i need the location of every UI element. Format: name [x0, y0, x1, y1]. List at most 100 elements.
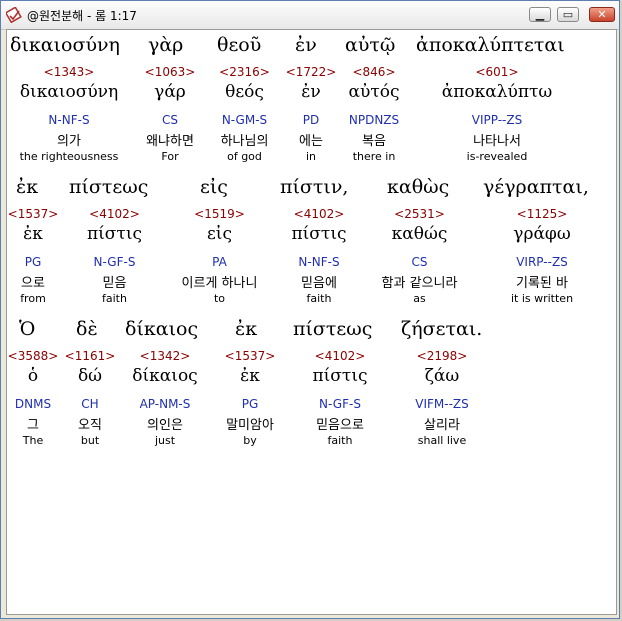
word-analysis[interactable]: <1342> δίκαιος AP-NM-S 의인은 just: [125, 346, 205, 456]
parsing-code: N-GM-S: [221, 113, 268, 127]
korean-gloss: 에는: [299, 134, 323, 149]
greek-word[interactable]: ἐκ: [16, 176, 38, 198]
english-gloss: faith: [327, 434, 353, 447]
greek-word[interactable]: πίστεως: [69, 176, 148, 198]
english-gloss: of god: [227, 150, 262, 163]
english-gloss: there in: [352, 150, 396, 163]
greek-word[interactable]: θεοῦ: [217, 34, 261, 56]
word-analysis[interactable]: <2531> καθώς CS 함과 같으니라 as: [367, 204, 472, 314]
lemma: ἐκ: [23, 224, 43, 244]
lemma: θεός: [225, 82, 264, 102]
parsing-code: PG: [24, 255, 42, 269]
english-gloss: it is written: [510, 292, 574, 305]
word-analysis[interactable]: <1125> γράφω VIRP--ZS 기록된 바 it is writte…: [487, 204, 597, 314]
lemma: ἐκ: [240, 366, 260, 386]
strongs-number: <1343>: [43, 65, 95, 79]
korean-gloss: 의인은: [147, 418, 183, 433]
strongs-number: <1063>: [144, 65, 196, 79]
greek-word[interactable]: Ὁ: [19, 318, 35, 340]
strongs-number: <2198>: [416, 349, 468, 363]
word-analysis[interactable]: <1537> ἐκ PG 말미암아 by: [211, 346, 289, 456]
greek-word[interactable]: πίστεως: [293, 318, 372, 340]
english-gloss: is-revealed: [466, 150, 528, 163]
english-gloss: to: [213, 292, 226, 305]
korean-gloss: 나타나서: [473, 134, 521, 149]
korean-gloss: 믿음에: [301, 276, 337, 291]
english-gloss: For: [161, 150, 179, 163]
greek-word[interactable]: γὰρ: [148, 34, 183, 56]
english-gloss: faith: [102, 292, 127, 305]
title-bar[interactable]: @원전분해 - 롬 1:17 ▁ ▭ ✕: [1, 1, 619, 30]
greek-word[interactable]: γέγραπται,: [483, 176, 589, 198]
word-analysis[interactable]: <2316> θεός N-GM-S 하나님의 of god: [207, 62, 282, 172]
parsing-code: CH: [81, 397, 99, 411]
lemma: πίστις: [312, 366, 368, 386]
word-analysis[interactable]: <3588> ὁ DNMS 그 The: [7, 346, 59, 456]
lemma: αὐτός: [348, 82, 400, 102]
greek-word[interactable]: δικαιοσύνη: [10, 34, 120, 56]
word-analysis[interactable]: <1722> ἐν PD 에는 in: [285, 62, 337, 172]
parsing-code: VIPP--ZS: [471, 113, 523, 127]
english-gloss: but: [80, 434, 100, 447]
korean-gloss: 의가: [57, 134, 81, 149]
greek-word[interactable]: πίστιν,: [280, 176, 348, 198]
word-analysis[interactable]: <4102> πίστις N-NF-S 믿음에 faith: [279, 204, 359, 314]
english-gloss: by: [243, 434, 257, 447]
parsing-code: N-GF-S: [319, 397, 361, 411]
word-analysis[interactable]: <4102> πίστις N-GF-S 믿음 faith: [77, 204, 152, 314]
strongs-number: <1342>: [139, 349, 191, 363]
greek-word[interactable]: δίκαιος: [125, 318, 198, 340]
english-gloss: as: [413, 292, 426, 305]
parsing-code: VIRP--ZS: [516, 255, 568, 269]
strongs-number: <1537>: [224, 349, 276, 363]
analysis-panel[interactable]: δικαιοσύνη γὰρ θεοῦ ἐν αὐτῷ ἀποκαλύπτετα…: [6, 29, 617, 615]
word-analysis[interactable]: <4102> πίστις N-GF-S 믿음으로 faith: [297, 346, 383, 456]
minimize-button[interactable]: ▁: [529, 7, 551, 22]
parsing-code: N-NF-S: [48, 113, 90, 127]
korean-gloss: 말미암아: [226, 418, 274, 433]
strongs-number: <1722>: [285, 65, 337, 79]
korean-gloss: 기록된 바: [516, 276, 568, 291]
minimize-icon: ▁: [535, 8, 545, 21]
greek-word[interactable]: αὐτῷ: [345, 34, 395, 56]
word-analysis[interactable]: <1537> ἐκ PG 으로 from: [7, 204, 59, 314]
word-analysis[interactable]: <1343> δικαιοσύνη N-NF-S 의가 the righteou…: [7, 62, 131, 174]
lemma: πίστις: [86, 224, 143, 244]
greek-word[interactable]: καθὼς: [387, 176, 449, 198]
strongs-number: <1125>: [516, 207, 568, 221]
lemma: δώ: [77, 366, 103, 386]
parsing-code: NPDNZS: [348, 113, 400, 127]
korean-gloss: 이르게 하나니: [181, 276, 258, 291]
parsing-code: PD: [302, 113, 320, 127]
strongs-number: <4102>: [293, 207, 345, 221]
word-analysis[interactable]: <1063> γάρ CS 왜냐하면 For: [135, 62, 205, 172]
korean-gloss: 믿음: [102, 276, 127, 291]
greek-word[interactable]: ἐν: [295, 34, 317, 56]
lemma: καθώς: [391, 224, 448, 244]
parsing-code: DNMS: [14, 397, 52, 411]
korean-gloss: 살리라: [424, 418, 460, 433]
strongs-number: <2531>: [394, 207, 445, 221]
word-analysis[interactable]: <1161> δώ CH 오직 but: [64, 346, 116, 456]
english-gloss: faith: [306, 292, 332, 305]
greek-word[interactable]: δὲ: [76, 318, 98, 340]
word-analysis[interactable]: <2198> ζάω VIFM--ZS 살리라 shall live: [397, 346, 487, 456]
greek-word[interactable]: ἀποκαλύπτεται: [416, 34, 565, 56]
window-title: @원전분해 - 롬 1:17: [27, 9, 137, 23]
greek-word[interactable]: ἐκ: [235, 318, 257, 340]
word-analysis[interactable]: <601> ἀποκαλύπτω VIPP--ZS 나타나서 is-reveal…: [427, 62, 567, 172]
parsing-code: VIFM--ZS: [415, 397, 469, 411]
maximize-button[interactable]: ▭: [557, 7, 579, 22]
parsing-code: PG: [241, 397, 259, 411]
word-analysis[interactable]: <1519> εἰς PA 이르게 하나니 to: [167, 204, 272, 314]
maximize-icon: ▭: [562, 8, 574, 21]
lemma: πίστις: [291, 224, 347, 244]
english-gloss: in: [305, 150, 317, 163]
close-button[interactable]: ✕: [589, 7, 615, 22]
lemma: δίκαιος: [132, 366, 198, 386]
greek-word[interactable]: ζήσεται.: [401, 318, 482, 340]
greek-word[interactable]: εἰς: [200, 176, 228, 198]
word-analysis[interactable]: <846> αὐτός NPDNZS 복음 there in: [339, 62, 409, 172]
english-gloss: shall live: [417, 434, 467, 447]
strongs-number: <1161>: [64, 349, 116, 363]
